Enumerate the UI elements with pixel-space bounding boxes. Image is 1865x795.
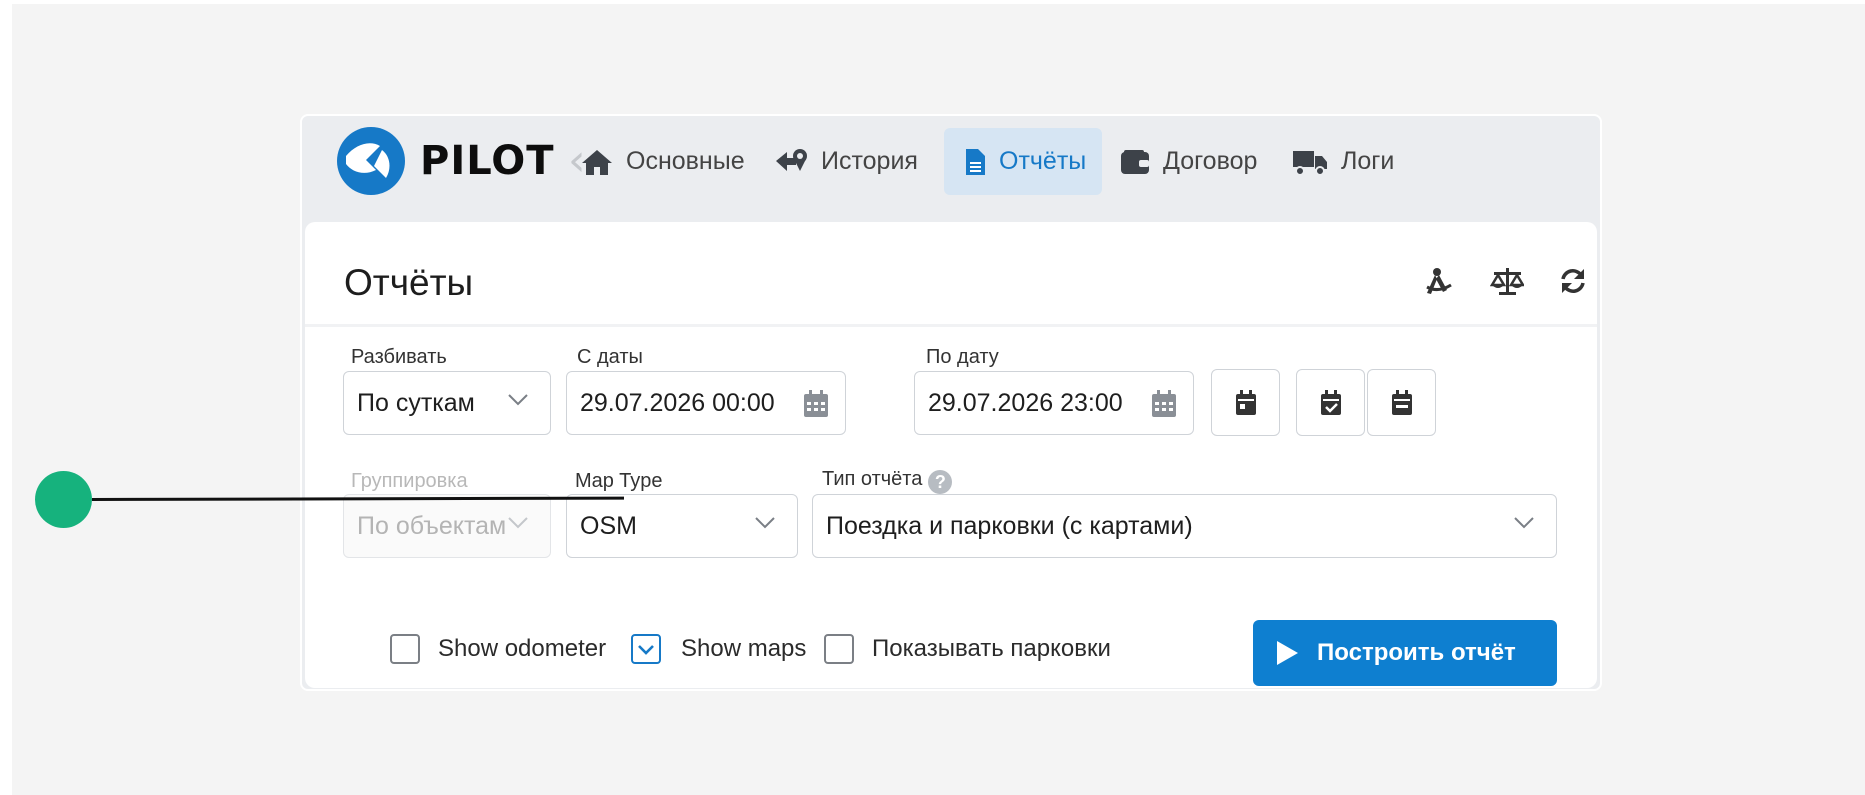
grouping-label: Группировка [351,470,468,492]
date-from-label: С даты [577,346,643,368]
nav-item-history[interactable]: История [774,128,934,195]
date-from-field[interactable]: 29.07.2026 00:00 [566,371,846,435]
reports-window: PILOT ‹ Основные История Отчёты Договор [300,114,1602,691]
annotation-marker [35,471,92,528]
pilot-logo[interactable]: PILOT [336,126,555,196]
compass-button[interactable] [1415,257,1463,305]
nav-item-label: История [821,147,918,175]
split-select-value: По суткам [357,388,475,417]
calendar-icon [1152,390,1176,417]
chevron-down-icon [508,517,528,529]
top-navigation: PILOT ‹ Основные История Отчёты Договор [302,116,1600,220]
date-from-value: 29.07.2026 00:00 [580,388,775,417]
split-select[interactable]: По суткам [343,371,551,435]
map-type-value: OSM [580,511,637,540]
reports-card: Отчёты Разбивать По суткам С даты 29.07.… [305,222,1597,688]
yesterday-button[interactable] [1296,369,1365,436]
screenshot-background: PILOT ‹ Основные История Отчёты Договор [12,4,1865,795]
today-button[interactable] [1211,369,1280,436]
nav-item-reports[interactable]: Отчёты [944,128,1102,195]
calendar-minus-icon [1391,389,1412,415]
show-parkings-checkbox[interactable] [824,634,854,664]
date-to-field[interactable]: 29.07.2026 23:00 [914,371,1194,435]
calendar-day-icon [1235,389,1256,415]
nav-item-main[interactable]: Основные [581,128,766,195]
refresh-icon [1561,269,1585,293]
map-type-select[interactable]: OSM [566,494,798,558]
show-odometer-label[interactable]: Show odometer [438,635,606,663]
date-to-label: По дату [926,346,999,368]
scales-button[interactable] [1483,257,1531,305]
header-divider [305,324,1597,327]
show-parkings-label[interactable]: Показывать парковки [872,635,1111,663]
wallet-icon [1121,149,1149,174]
page-title: Отчёты [344,262,474,303]
chevron-down-icon [508,394,528,406]
build-report-label: Построить отчёт [1317,639,1516,666]
build-report-button[interactable]: Построить отчёт [1253,620,1557,686]
help-icon[interactable]: ? [928,470,953,494]
show-odometer-checkbox[interactable] [390,634,420,664]
refresh-button[interactable] [1549,257,1597,305]
report-type-label: Тип отчёта? [822,468,953,494]
report-type-label-text: Тип отчёта [822,468,923,490]
report-type-value: Поездка и парковки (с картами) [826,511,1193,540]
logo-text: PILOT [420,138,555,184]
calendar-icon [804,390,828,417]
truck-icon [1293,150,1327,176]
show-maps-checkbox[interactable] [631,634,661,664]
home-icon [582,149,612,175]
grouping-select[interactable]: По объектам [343,494,551,558]
report-type-select[interactable]: Поездка и парковки (с картами) [812,494,1557,558]
pilot-logo-icon [337,127,405,195]
nav-item-label: Отчёты [999,147,1087,175]
nav-item-label: Договор [1163,147,1258,175]
map-type-label: Map Type [575,470,663,492]
scales-icon [1490,268,1524,295]
nav-item-contract[interactable]: Договор [1120,128,1282,195]
file-text-icon [966,148,985,175]
nav-item-label: Логи [1341,147,1395,175]
date-to-value: 29.07.2026 23:00 [928,388,1123,417]
play-icon [1277,641,1298,665]
show-maps-label[interactable]: Show maps [681,635,806,663]
compass-icon [1426,268,1452,294]
grouping-select-value: По объектам [357,511,507,540]
calendar-check-icon [1320,389,1341,415]
split-label: Разбивать [351,346,447,368]
chevron-down-icon [1514,517,1534,529]
week-button[interactable] [1367,369,1436,436]
chevron-down-icon [755,517,775,529]
check-icon [638,645,654,655]
nav-item-label: Основные [626,147,745,175]
history-icon [776,148,807,171]
nav-item-logistics[interactable]: Логи [1292,128,1400,195]
